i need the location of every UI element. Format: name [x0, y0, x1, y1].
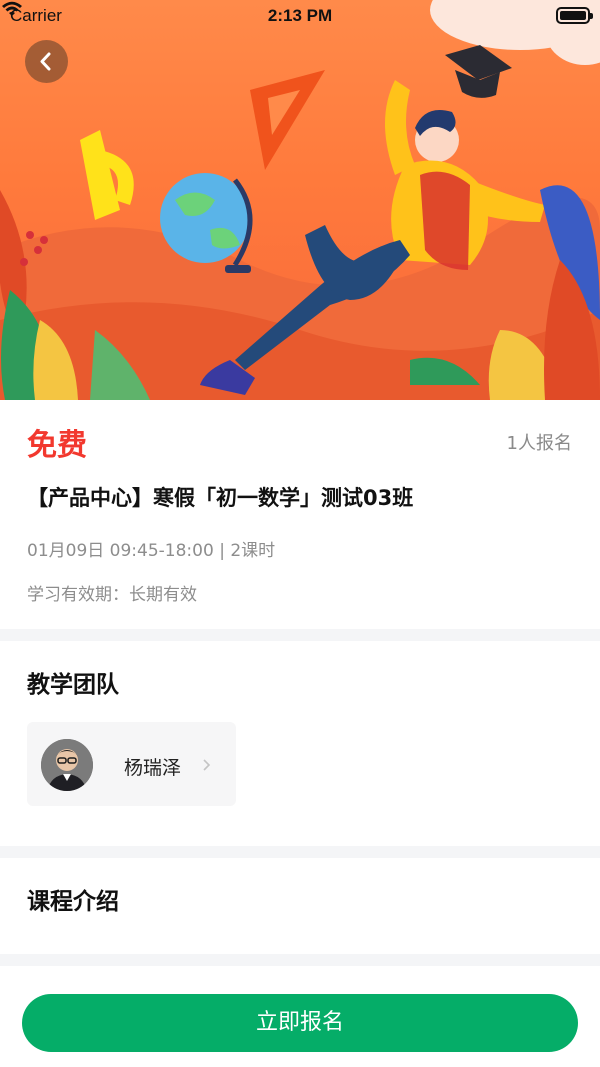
signup-button[interactable]: 立即报名: [22, 994, 578, 1052]
bottom-action-bar: 立即报名: [0, 966, 600, 1067]
status-bar: Carrier 2:13 PM: [0, 0, 600, 32]
cover-illustration: [0, 0, 600, 400]
course-intro-section: 课程介绍: [0, 858, 600, 954]
chevron-left-icon: [40, 52, 51, 71]
course-schedule: 01月09日 09:45-18:00 | 2课时: [27, 541, 276, 561]
teacher-name: 杨瑞泽: [124, 757, 182, 779]
enroll-count: 1人报名: [506, 433, 572, 454]
teacher-card[interactable]: 杨瑞泽: [27, 722, 236, 806]
course-cover-banner: Carrier 2:13 PM: [0, 0, 600, 400]
teaching-team-section: 教学团队 杨瑞泽: [0, 641, 600, 846]
course-intro-title: 课程介绍: [27, 889, 119, 915]
course-price: 免费: [27, 428, 87, 463]
clock-time: 2:13 PM: [267, 6, 333, 25]
back-button[interactable]: [25, 40, 68, 83]
course-validity: 学习有效期：长期有效: [27, 585, 197, 605]
teaching-team-title: 教学团队: [27, 672, 119, 698]
course-info-section: 免费 1人报名 【产品中心】寒假「初一数学」测试03班 01月09日 09:45…: [0, 400, 600, 629]
teacher-avatar: [41, 739, 93, 791]
battery-icon: [556, 7, 593, 24]
course-title: 【产品中心】寒假「初一数学」测试03班: [27, 486, 414, 510]
chevron-right-icon: [203, 759, 211, 771]
